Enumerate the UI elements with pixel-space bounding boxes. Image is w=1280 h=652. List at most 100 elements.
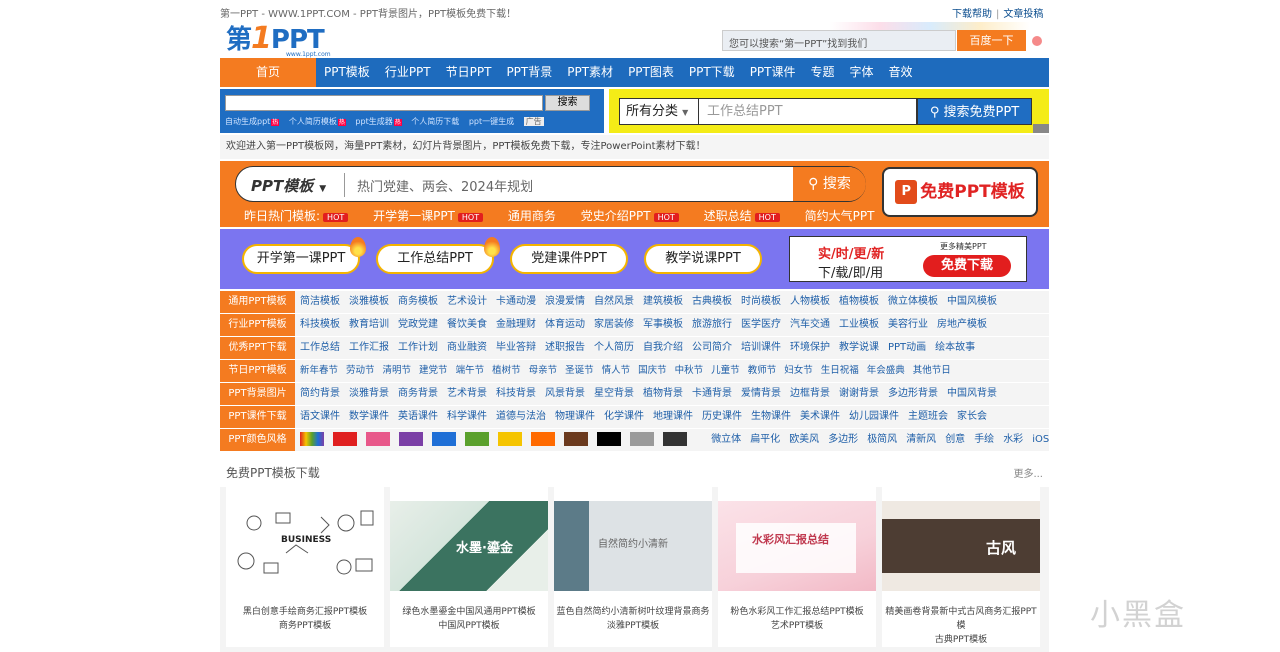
category-link[interactable]: 工作总结: [300, 342, 340, 353]
style-link[interactable]: 微立体: [711, 434, 741, 445]
category-link[interactable]: 自然风景: [594, 296, 634, 307]
nav-item[interactable]: 音效: [881, 58, 920, 87]
template-card[interactable]: 自然简约小清新 蓝色自然简约小清新树叶纹理背景商务 淡雅PPT模板: [554, 487, 712, 647]
hot-link[interactable]: 昨日热门模板: HOT: [244, 209, 349, 223]
quick-link[interactable]: 个人简历下载: [411, 117, 459, 126]
template-thumbnail[interactable]: BUSINESS: [226, 501, 384, 591]
category-link[interactable]: 述职报告: [545, 342, 585, 353]
category-link[interactable]: 淡雅背景: [349, 388, 389, 399]
category-label[interactable]: PPT背景图片: [220, 383, 295, 405]
category-link[interactable]: PPT动画: [888, 342, 926, 353]
category-link[interactable]: 道德与法治: [496, 411, 546, 422]
color-swatch[interactable]: [498, 432, 523, 446]
topic-pill[interactable]: 开学第一课PPT: [242, 237, 366, 274]
category-link[interactable]: 圣诞节: [565, 365, 594, 376]
color-swatch[interactable]: [531, 432, 556, 446]
site-logo[interactable]: 第1PPT www.1ppt.com: [226, 24, 356, 59]
color-swatch[interactable]: [597, 432, 622, 446]
category-link[interactable]: 商务背景: [398, 388, 438, 399]
category-link[interactable]: 简洁模板: [300, 296, 340, 307]
category-link[interactable]: 植物背景: [643, 388, 683, 399]
quick-link[interactable]: ppt生成器热: [355, 117, 402, 126]
style-link[interactable]: 水彩: [1003, 434, 1023, 445]
topic-pill[interactable]: 教学说课PPT: [644, 244, 762, 274]
category-link[interactable]: 中国风背景: [947, 388, 997, 399]
category-link[interactable]: 劳动节: [346, 365, 375, 376]
category-label[interactable]: 行业PPT模板: [220, 314, 295, 336]
category-link[interactable]: 数学课件: [349, 411, 389, 422]
site-search-button[interactable]: 搜索: [545, 95, 590, 111]
style-link[interactable]: 欧美风: [789, 434, 819, 445]
nav-home[interactable]: 首页: [220, 58, 316, 87]
style-link[interactable]: 手绘: [974, 434, 994, 445]
submit-link[interactable]: 文章投稿: [1003, 9, 1043, 20]
category-link[interactable]: 毕业答辩: [496, 342, 536, 353]
category-link[interactable]: 教育培训: [349, 319, 389, 330]
category-link[interactable]: 艺术背景: [447, 388, 487, 399]
category-link[interactable]: 妇女节: [784, 365, 813, 376]
category-link[interactable]: 生物课件: [751, 411, 791, 422]
free-search-input[interactable]: 工作总结PPT: [699, 98, 917, 125]
quick-link[interactable]: 个人简历模板热: [289, 117, 346, 126]
category-link[interactable]: 自我介绍: [643, 342, 683, 353]
nav-item[interactable]: 字体: [842, 58, 881, 87]
nav-item[interactable]: 节日PPT: [438, 58, 499, 87]
color-swatch[interactable]: [432, 432, 457, 446]
category-link[interactable]: 时尚模板: [741, 296, 781, 307]
site-search-input[interactable]: [225, 95, 543, 111]
quick-link[interactable]: ppt一键生成: [469, 117, 514, 126]
nav-item[interactable]: PPT下载: [681, 58, 742, 87]
category-link[interactable]: 培训课件: [741, 342, 781, 353]
category-link[interactable]: 教学说课: [839, 342, 879, 353]
topic-pill[interactable]: 工作总结PPT: [376, 237, 500, 274]
category-link[interactable]: 微立体模板: [888, 296, 938, 307]
category-link[interactable]: 家居装修: [594, 319, 634, 330]
style-link[interactable]: 多边形: [828, 434, 858, 445]
category-link[interactable]: 谢谢背景: [839, 388, 879, 399]
baidu-search-button[interactable]: 百度一下: [957, 30, 1026, 51]
category-link[interactable]: 语文课件: [300, 411, 340, 422]
category-link[interactable]: 教师节: [748, 365, 777, 376]
style-link[interactable]: iOS: [1032, 434, 1049, 445]
category-link[interactable]: 体育运动: [545, 319, 585, 330]
category-link[interactable]: 公司简介: [692, 342, 732, 353]
color-swatch[interactable]: [366, 432, 391, 446]
category-link[interactable]: 工作汇报: [349, 342, 389, 353]
category-link[interactable]: 金融理财: [496, 319, 536, 330]
category-link[interactable]: 历史课件: [702, 411, 742, 422]
category-link[interactable]: 军事模板: [643, 319, 683, 330]
category-link[interactable]: 多边形背景: [888, 388, 938, 399]
topic-pill[interactable]: 党建课件PPT: [510, 244, 628, 274]
category-link[interactable]: 物理课件: [555, 411, 595, 422]
category-link[interactable]: 商务模板: [398, 296, 438, 307]
color-swatch[interactable]: [465, 432, 490, 446]
category-link[interactable]: 餐饮美食: [447, 319, 487, 330]
category-link[interactable]: 清明节: [383, 365, 412, 376]
nav-item[interactable]: PPT素材: [559, 58, 620, 87]
category-select[interactable]: 所有分类 ▼: [619, 98, 699, 125]
header-search-input[interactable]: 您可以搜索“第一PPT”找到我们: [722, 30, 956, 51]
category-link[interactable]: 爱情背景: [741, 388, 781, 399]
category-link[interactable]: 艺术设计: [447, 296, 487, 307]
category-link[interactable]: 年会盛典: [867, 365, 905, 376]
template-card[interactable]: 水墨·鎏金 绿色水墨鎏金中国风通用PPT模板 中国风PPT模板: [390, 487, 548, 647]
free-ppt-button[interactable]: P 免费PPT模板: [882, 167, 1038, 217]
category-link[interactable]: 建党节: [419, 365, 448, 376]
nav-item[interactable]: PPT背景: [498, 58, 559, 87]
style-link[interactable]: 清新风: [906, 434, 936, 445]
ppt-search-input[interactable]: 热门党建、两会、2024年规划: [357, 176, 533, 195]
category-link[interactable]: 英语课件: [398, 411, 438, 422]
category-link[interactable]: 汽车交通: [790, 319, 830, 330]
category-link[interactable]: 浪漫爱情: [545, 296, 585, 307]
nav-item[interactable]: PPT图表: [620, 58, 681, 87]
category-link[interactable]: 中国风模板: [947, 296, 997, 307]
style-link[interactable]: 扁平化: [750, 434, 780, 445]
category-link[interactable]: 家长会: [957, 411, 987, 422]
nav-item[interactable]: 专题: [803, 58, 842, 87]
category-link[interactable]: 情人节: [602, 365, 631, 376]
color-swatch[interactable]: [333, 432, 358, 446]
nav-item[interactable]: PPT课件: [742, 58, 803, 87]
color-swatch[interactable]: [564, 432, 589, 446]
template-thumbnail[interactable]: 水墨·鎏金: [390, 501, 548, 591]
category-link[interactable]: 淡雅模板: [349, 296, 389, 307]
